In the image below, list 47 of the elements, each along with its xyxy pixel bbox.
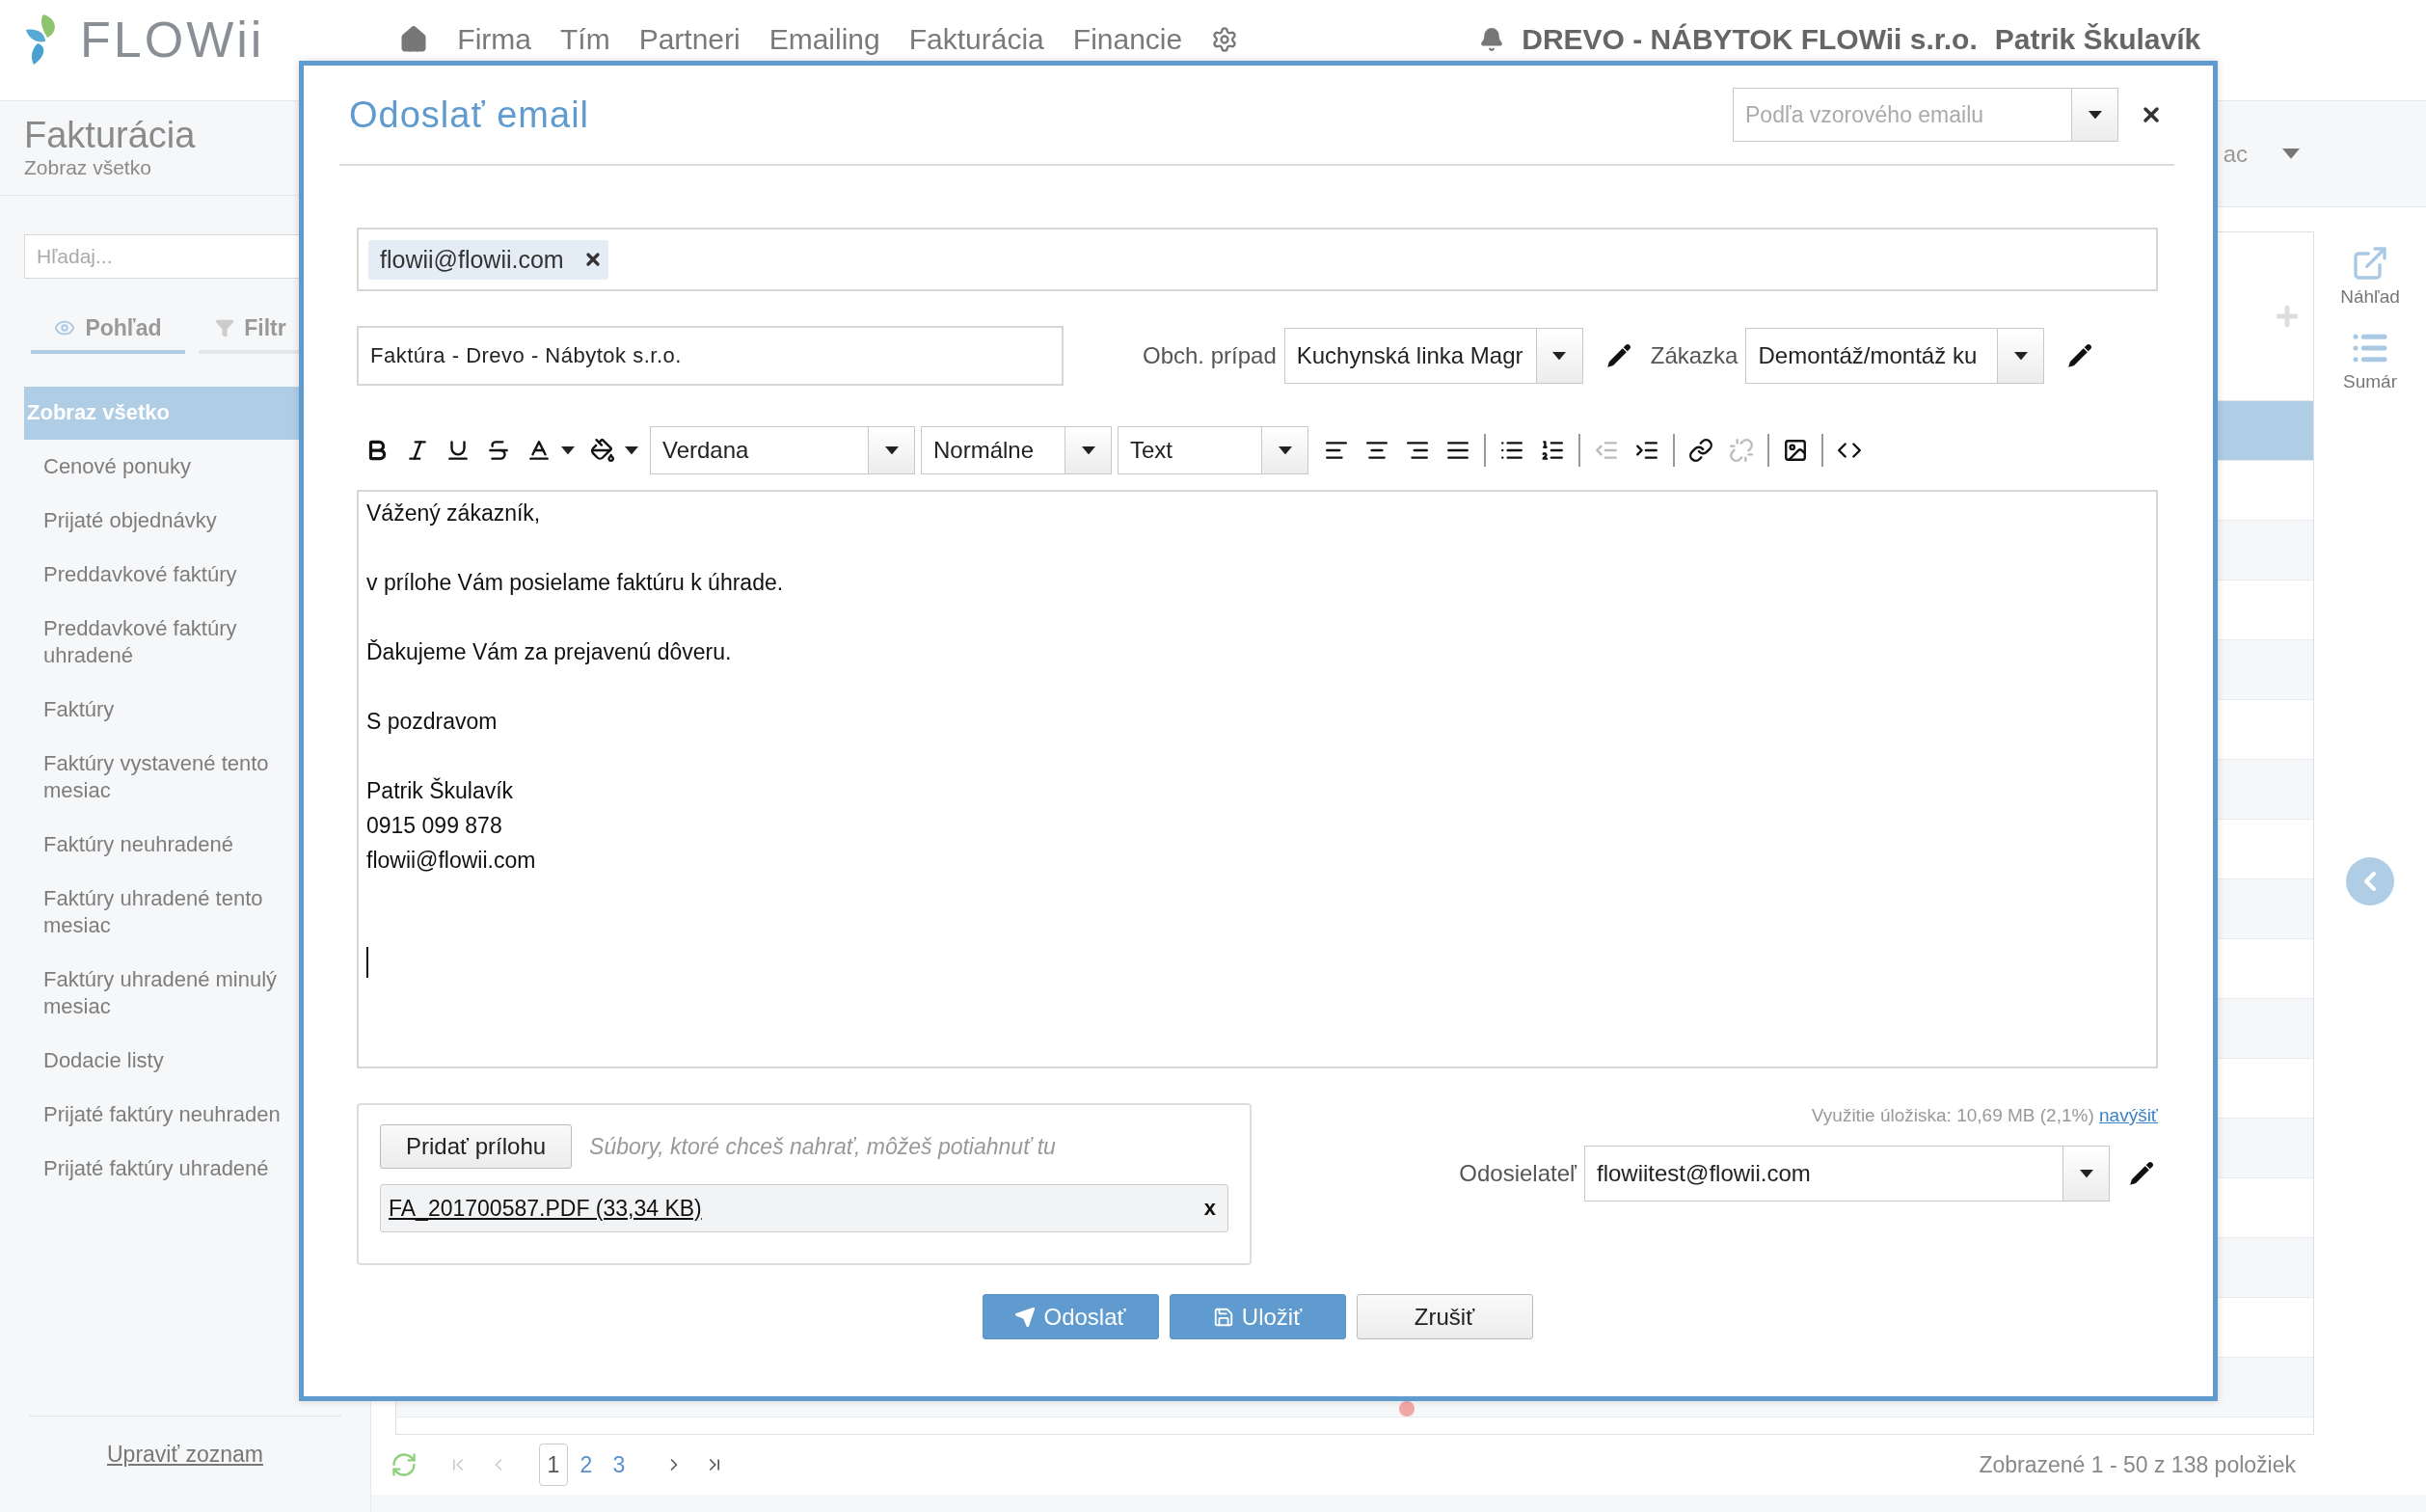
tool-button[interactable]: Náhľad xyxy=(2340,244,2400,308)
email-editor[interactable]: Vážený zákazník, v prílohe Vám posielame faktúru k úhrade. Ďakujeme Vám za prejavenú dôveru. S pozdravom Patrik Škulavík 0915 099 878 flowii@flowii.com xyxy=(357,490,2158,1068)
field-label: Odosielateľ xyxy=(1459,1160,1577,1187)
file-link[interactable]: FA_201700587.PDF (33,34 KB) xyxy=(389,1195,702,1222)
nav-link[interactable]: Emailing xyxy=(768,23,880,56)
recipient-email: flowii@flowii.com xyxy=(380,245,564,274)
section-title: Fakturácia xyxy=(24,115,197,156)
dialog-title: Odoslať email xyxy=(349,94,589,136)
editor-paragraph: S pozdravom xyxy=(366,708,499,736)
save-button[interactable]: Uložiť xyxy=(1169,1294,1346,1339)
drop-hint: Súbory, ktoré chceš nahrať, môžeš potiahnuť tu xyxy=(589,1133,1056,1160)
nav-link[interactable]: Tím xyxy=(560,23,610,56)
user-name[interactable]: Patrik Škulavík xyxy=(1994,23,2201,56)
edit-list-link[interactable]: Upraviť zoznam xyxy=(107,1442,263,1468)
business-case-select[interactable]: Kuchynská linka Magr xyxy=(1283,328,1583,384)
cancel-button[interactable]: Zrušiť xyxy=(1356,1294,1533,1339)
page-button[interactable]: 1 xyxy=(539,1444,568,1486)
nav-link[interactable]: Firma xyxy=(457,23,531,56)
sender-select[interactable]: flowiitest@flowii.com xyxy=(1584,1146,2110,1202)
upgrade-link[interactable]: navýšiť xyxy=(2099,1105,2158,1125)
section-subtitle: Zobraz všetko xyxy=(24,156,152,179)
company-name[interactable]: DREVO - NÁBYTOK FLOWii s.r.o. xyxy=(1522,23,1978,56)
tool-button[interactable]: Sumár xyxy=(2343,329,2397,392)
editor-paragraph: Ďakujeme Vám za prejavenú dôveru. xyxy=(366,638,733,666)
nav-link[interactable]: Fakturácia xyxy=(908,23,1044,56)
editor-paragraph: Vážený zákazník, xyxy=(366,500,542,527)
nav-link[interactable]: Financie xyxy=(1072,23,1183,56)
add-attachment-button[interactable]: Pridať prílohu xyxy=(380,1124,573,1169)
font-select[interactable]: Verdana xyxy=(650,426,915,474)
order-select[interactable]: Demontáž/montáž ku xyxy=(1745,328,2045,384)
filter-select[interactable]: ac xyxy=(2223,140,2300,168)
send-button[interactable]: Odoslať xyxy=(982,1294,1159,1339)
storage-usage-text: Využitie úložiska: 10,69 MB (2,1%) navýšiť xyxy=(1811,1105,2158,1126)
field-label: Zákazka xyxy=(1650,342,1739,369)
subject-field[interactable]: Faktúra - Drevo - Nábytok s.r.o. xyxy=(357,326,1064,386)
field-label: Obch. prípad xyxy=(1143,342,1277,369)
pagination-summary: Zobrazené 1 - 50 z 138 položiek xyxy=(1979,1451,2296,1478)
size-select[interactable]: Normálne xyxy=(921,426,1112,474)
style-select[interactable]: Text xyxy=(1118,426,1308,474)
editor-paragraph: v prílohe Vám posielame faktúru k úhrade. xyxy=(366,569,785,597)
logo-text: FLOWii xyxy=(80,11,265,68)
remove-button[interactable]: x xyxy=(1200,1196,1220,1221)
recipients-field[interactable]: flowii@flowii.com xyxy=(357,228,2158,291)
nav-link[interactable]: Partneri xyxy=(638,23,741,56)
template-select[interactable]: Podľa vzorového emailu xyxy=(1733,88,2118,142)
editor-paragraph: Patrik Škulavík 0915 099 878 flowii@flowii.com xyxy=(366,776,537,875)
sidebar-tab[interactable]: Pohľad xyxy=(31,306,185,354)
